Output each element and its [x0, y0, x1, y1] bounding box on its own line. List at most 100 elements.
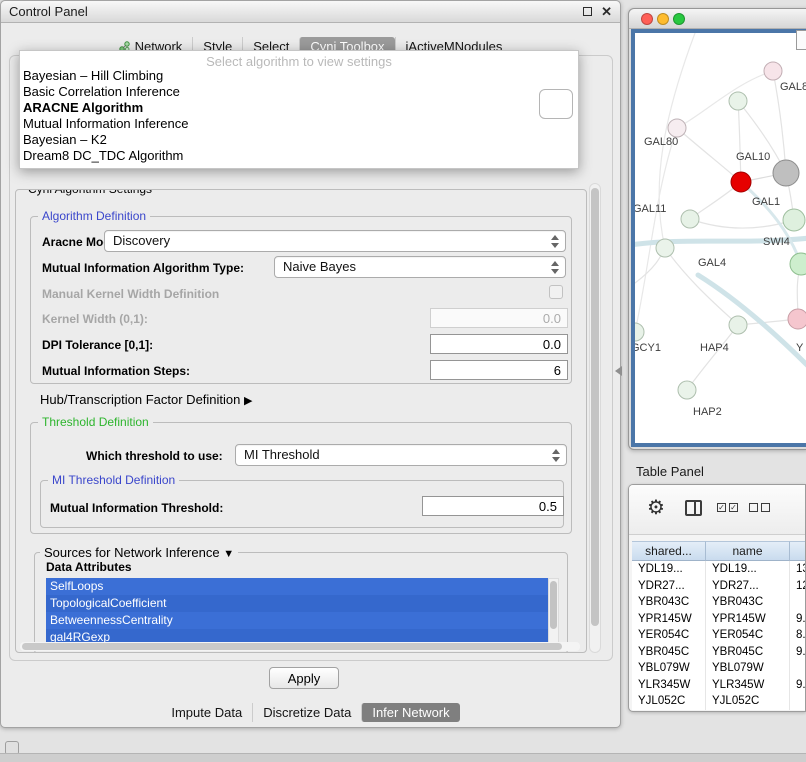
network-window-titlebar[interactable]: [629, 9, 806, 29]
which-threshold-select[interactable]: MI Threshold: [235, 444, 567, 466]
mi-steps-field[interactable]: [430, 360, 568, 380]
node-label: GAL1: [752, 196, 780, 208]
network-node[interactable]: [729, 92, 747, 110]
gear-icon[interactable]: ⚙: [647, 496, 665, 520]
data-attributes-list[interactable]: SelfLoopsTopologicalCoefficientBetweenne…: [46, 578, 548, 650]
table-row[interactable]: YPR145WYPR145W9.: [632, 611, 806, 628]
table-cell: 9.: [790, 644, 806, 661]
settings-vertical-scrollbar: [589, 183, 601, 653]
window-controls: ✕: [583, 5, 612, 18]
table-row[interactable]: YBL079WYBL079W: [632, 660, 806, 677]
scrollbar-thumb[interactable]: [550, 581, 557, 629]
table-row[interactable]: YDL19...YDL19...13: [632, 561, 806, 578]
apply-button[interactable]: Apply: [269, 667, 339, 689]
table-row[interactable]: YER054CYER054C8.: [632, 627, 806, 644]
algorithm-option[interactable]: Bayesian – Hill Climbing: [20, 68, 578, 84]
attributes-list-scrollbar: [548, 578, 559, 650]
tab-discretize-data[interactable]: Discretize Data: [252, 703, 361, 722]
table-row[interactable]: YLR345WYLR345W9.: [632, 677, 806, 694]
close-traffic-icon[interactable]: [641, 13, 653, 25]
table-toolbar: ⚙ ✓ ✓: [629, 485, 805, 535]
network-node[interactable]: [678, 381, 696, 399]
mi-threshold-field[interactable]: [422, 496, 564, 516]
table-cell: 13: [790, 561, 806, 578]
manual-kernel-label: Manual Kernel Width Definition: [42, 287, 219, 301]
checked-box-icon: ✓: [729, 503, 738, 512]
table-cell: YBR043C: [706, 594, 790, 611]
network-node[interactable]: [731, 172, 751, 192]
algorithm-combo-stepper[interactable]: [539, 89, 573, 119]
panel-collapse-arrow-icon[interactable]: [615, 366, 622, 376]
node-label: HAP2: [693, 406, 722, 418]
deselect-all-icon[interactable]: [749, 503, 770, 512]
table-cell: YLR345W: [706, 677, 790, 694]
column-header[interactable]: [790, 541, 806, 561]
group-title-cyni-settings: Cyni Algorithm Settings: [24, 189, 156, 196]
mi-algorithm-type-select[interactable]: Naive Bayes: [274, 256, 566, 278]
aracne-mode-value: Discovery: [113, 233, 170, 248]
table-cell: [790, 594, 806, 611]
network-node[interactable]: [783, 209, 805, 231]
network-node[interactable]: [729, 316, 747, 334]
control-panel-titlebar[interactable]: Control Panel ✕: [1, 1, 620, 23]
which-threshold-value: MI Threshold: [244, 447, 320, 462]
algorithm-option[interactable]: Mutual Information Inference: [20, 116, 578, 132]
network-node[interactable]: [681, 210, 699, 228]
network-node[interactable]: [788, 309, 806, 329]
column-header[interactable]: name: [706, 541, 790, 561]
aracne-mode-select[interactable]: Discovery: [104, 230, 566, 252]
node-label: HAP4: [700, 342, 729, 354]
dpi-tolerance-field[interactable]: [430, 334, 568, 354]
minimize-traffic-icon[interactable]: [657, 13, 669, 25]
table-cell: YPR145W: [632, 611, 706, 628]
select-all-icon[interactable]: ✓ ✓: [717, 503, 738, 512]
network-canvas[interactable]: GAL8GAL80GAL10GAL11GAL1SWI4GAL4GCY1HAP4H…: [635, 33, 806, 443]
network-node[interactable]: [790, 253, 806, 275]
table-cell: YBR045C: [632, 644, 706, 661]
network-edge: [677, 71, 773, 128]
network-view-frame: GAL8GAL80GAL10GAL11GAL1SWI4GAL4GCY1HAP4H…: [631, 29, 806, 447]
attribute-item[interactable]: BetweennessCentrality: [46, 612, 548, 629]
algorithm-option[interactable]: Dream8 DC_TDC Algorithm: [20, 148, 578, 164]
network-view-window: GAL8GAL80GAL10GAL11GAL1SWI4GAL4GCY1HAP4H…: [628, 8, 806, 450]
table-row[interactable]: YBR043CYBR043C: [632, 594, 806, 611]
algorithm-dropdown-popup: Select algorithm to view settings Bayesi…: [19, 50, 579, 169]
close-icon[interactable]: ✕: [601, 5, 612, 18]
table-row[interactable]: YBR045CYBR045C9.: [632, 644, 806, 661]
attribute-item[interactable]: SelfLoops: [46, 578, 548, 595]
table-cell: YJL052C: [706, 693, 790, 710]
kernel-width-label: Kernel Width (0,1):: [42, 312, 148, 326]
mi-type-value: Naive Bayes: [283, 259, 356, 274]
tab-label: Impute Data: [171, 705, 242, 720]
column-header[interactable]: shared...: [632, 541, 706, 561]
network-node[interactable]: [773, 160, 799, 186]
network-toolbar-fragment: [796, 30, 806, 50]
hub-definition-expander[interactable]: Hub/Transcription Factor Definition ▶: [40, 392, 252, 407]
network-node[interactable]: [764, 62, 782, 80]
algorithm-option[interactable]: ARACNE Algorithm: [20, 100, 578, 116]
sources-expander[interactable]: Sources for Network Inference ▼: [40, 545, 238, 560]
columns-icon[interactable]: [685, 500, 702, 516]
scrollbar-thumb[interactable]: [591, 188, 599, 626]
expand-right-icon: ▶: [244, 395, 252, 407]
zoom-traffic-icon[interactable]: [673, 13, 685, 25]
tab-impute-data[interactable]: Impute Data: [161, 703, 252, 722]
float-window-icon[interactable]: [583, 7, 592, 16]
network-graph: GAL8GAL80GAL10GAL11GAL1SWI4GAL4GCY1HAP4H…: [635, 33, 806, 443]
table-row[interactable]: YDR27...YDR27...12: [632, 578, 806, 595]
group-title-mi-threshold: MI Threshold Definition: [48, 473, 179, 487]
expand-down-icon: ▼: [223, 548, 234, 560]
network-node[interactable]: [656, 239, 674, 257]
table-row[interactable]: YJL052CYJL052C: [632, 693, 806, 710]
attribute-item[interactable]: TopologicalCoefficient: [46, 595, 548, 612]
algorithm-option[interactable]: Basic Correlation Inference: [20, 84, 578, 100]
tab-infer-network[interactable]: Infer Network: [361, 703, 459, 722]
table-cell: YPR145W: [706, 611, 790, 628]
network-node[interactable]: [668, 119, 686, 137]
algorithm-option[interactable]: Bayesian – K2: [20, 132, 578, 148]
scrollbar-thumb[interactable]: [22, 643, 562, 650]
manual-kernel-checkbox[interactable]: [549, 285, 563, 299]
kernel-width-field[interactable]: [430, 308, 568, 328]
network-node[interactable]: [635, 323, 644, 341]
mi-steps-label: Mutual Information Steps:: [42, 364, 190, 378]
